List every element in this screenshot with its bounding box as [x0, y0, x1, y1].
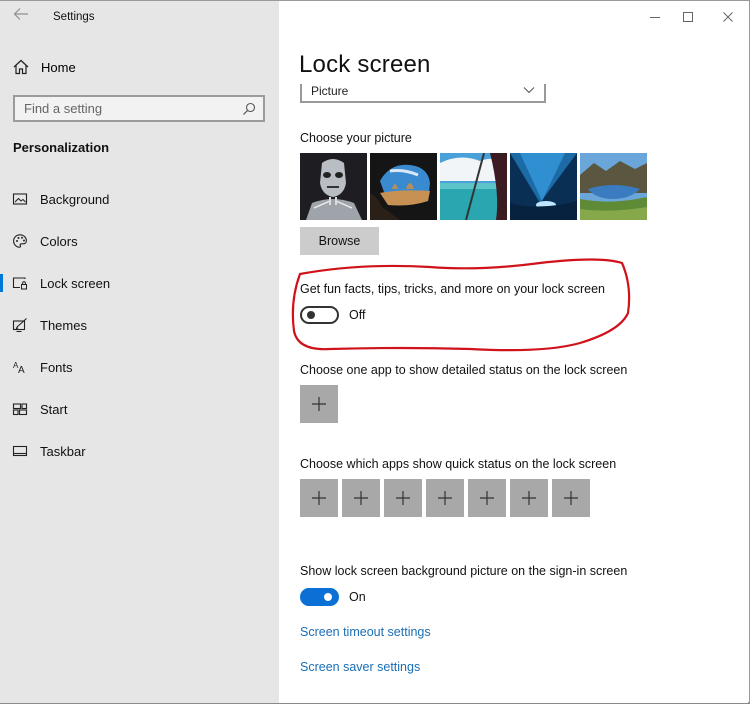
active-indicator	[0, 442, 3, 460]
plus-icon	[396, 491, 410, 505]
picture-thumb-beach-cave[interactable]	[370, 153, 437, 220]
quick-status-add-app-button[interactable]	[510, 479, 548, 517]
active-indicator	[0, 400, 3, 418]
active-indicator	[0, 232, 3, 250]
plus-icon	[354, 491, 368, 505]
active-indicator	[0, 358, 3, 376]
app-title: Settings	[53, 11, 95, 23]
quick-status-label: Choose which apps show quick status on t…	[300, 457, 617, 471]
fun-facts-label: Get fun facts, tips, tricks, and more on…	[300, 282, 605, 296]
fun-facts-toggle[interactable]	[300, 306, 339, 324]
signin-background-toggle[interactable]	[300, 588, 339, 606]
toggle-knob	[324, 593, 332, 601]
sidebar-item-label: Lock screen	[40, 275, 111, 291]
sidebar-item-taskbar[interactable]: Taskbar	[0, 436, 279, 466]
fun-facts-state: Off	[349, 308, 366, 322]
picture-thumb-underwater-ice[interactable]	[510, 153, 577, 220]
sidebar-item-themes[interactable]: Themes	[0, 310, 279, 340]
close-icon	[723, 12, 733, 22]
sidebar-item-label: Background	[40, 191, 110, 207]
palette-icon	[13, 234, 27, 248]
close-button[interactable]	[715, 6, 741, 28]
plus-icon	[564, 491, 578, 505]
quick-status-add-app-button[interactable]	[552, 479, 590, 517]
quick-status-add-app-button[interactable]	[426, 479, 464, 517]
page-title: Lock screen	[299, 51, 431, 78]
plus-icon	[312, 397, 326, 411]
sidebar-item-lock-screen[interactable]: Lock screen	[0, 268, 279, 298]
taskbar-icon	[12, 445, 28, 457]
plus-icon	[522, 491, 536, 505]
screen-saver-link[interactable]: Screen saver settings	[300, 660, 420, 674]
quick-status-slots	[300, 479, 590, 517]
themes-icon	[12, 318, 27, 332]
sidebar-item-label: Colors	[40, 233, 78, 249]
picture-thumb-robot[interactable]	[300, 153, 367, 220]
minimize-button[interactable]	[642, 6, 668, 28]
choose-picture-label: Choose your picture	[300, 131, 412, 145]
home-icon	[13, 59, 29, 75]
search-input[interactable]	[24, 101, 241, 116]
active-indicator	[0, 316, 3, 334]
quick-status-add-app-button[interactable]	[342, 479, 380, 517]
sidebar: Settings Home Personalization Background…	[0, 1, 279, 703]
picture-thumb-ocean-window[interactable]	[440, 153, 507, 220]
background-icon	[12, 193, 28, 205]
home-label: Home	[41, 59, 76, 75]
quick-status-add-app-button[interactable]	[384, 479, 422, 517]
plus-icon	[480, 491, 494, 505]
detailed-status-slots	[300, 385, 338, 423]
sidebar-item-label: Start	[40, 401, 68, 417]
background-dropdown[interactable]: Picture	[300, 84, 546, 103]
sidebar-item-label: Themes	[40, 317, 87, 333]
search-icon[interactable]	[241, 101, 257, 117]
toggle-knob	[307, 311, 315, 319]
sidebar-item-start[interactable]: Start	[0, 394, 279, 424]
picture-thumbnails	[300, 153, 647, 220]
chevron-down-icon	[523, 87, 535, 94]
svg-text:A: A	[18, 365, 25, 375]
sidebar-item-label: Taskbar	[40, 443, 86, 459]
sidebar-home[interactable]: Home	[12, 56, 76, 78]
fonts-icon: AA	[13, 361, 25, 375]
quick-status-add-app-button[interactable]	[300, 479, 338, 517]
maximize-button[interactable]	[675, 6, 701, 28]
sidebar-item-colors[interactable]: Colors	[0, 226, 279, 256]
minimize-icon	[650, 17, 660, 18]
sidebar-item-fonts[interactable]: AA Fonts	[0, 352, 279, 382]
quick-status-add-app-button[interactable]	[468, 479, 506, 517]
detailed-status-label: Choose one app to show detailed status o…	[300, 363, 628, 377]
settings-window: Settings Home Personalization Background…	[0, 0, 750, 704]
signin-background-label: Show lock screen background picture on t…	[300, 564, 628, 578]
maximize-icon	[683, 12, 693, 22]
plus-icon	[312, 491, 326, 505]
picture-thumb-mountain-lake[interactable]	[580, 153, 647, 220]
start-icon	[12, 403, 28, 416]
active-indicator	[0, 274, 3, 292]
search-box[interactable]	[13, 95, 265, 122]
lock-screen-icon	[12, 277, 27, 290]
content-pane: Lock screen Picture Choose your picture	[279, 1, 748, 703]
back-arrow-icon	[13, 8, 28, 20]
section-title: Personalization	[13, 140, 110, 155]
screen-timeout-link[interactable]: Screen timeout settings	[300, 625, 431, 639]
back-button[interactable]	[10, 7, 32, 27]
plus-icon	[438, 491, 452, 505]
dropdown-value: Picture	[311, 84, 349, 98]
signin-background-state: On	[349, 590, 366, 604]
sidebar-item-label: Fonts	[40, 359, 73, 375]
sidebar-item-background[interactable]: Background	[0, 184, 279, 214]
detailed-status-add-app-button[interactable]	[300, 385, 338, 423]
active-indicator	[0, 190, 3, 208]
browse-button[interactable]: Browse	[300, 227, 379, 255]
